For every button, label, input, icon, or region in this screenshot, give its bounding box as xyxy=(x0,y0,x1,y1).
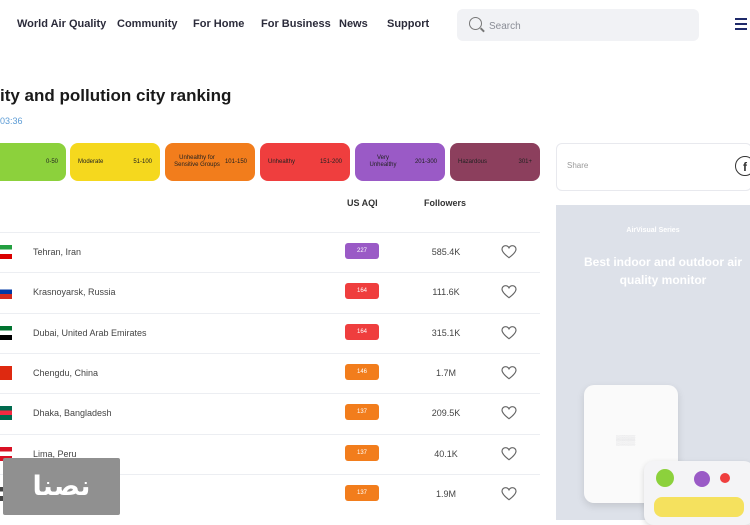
heart-icon[interactable] xyxy=(501,245,517,259)
nav-news[interactable]: News xyxy=(339,18,368,30)
city-name[interactable]: Dubai, United Arab Emirates xyxy=(33,328,147,338)
monitor-dot-icon xyxy=(694,471,710,487)
aqi-badge: 164 xyxy=(345,283,379,300)
city-name[interactable]: Dhaka, Bangladesh xyxy=(33,408,112,418)
nav-world-air-quality[interactable]: World Air Quality xyxy=(17,18,106,30)
legend-unhealthy: Unhealthy 151-200 xyxy=(260,143,350,181)
legend-range: 0-50 xyxy=(45,159,58,165)
heart-icon[interactable] xyxy=(501,365,517,380)
city-name[interactable]: Tehran, Iran xyxy=(33,247,81,257)
aqi-badge: 227 xyxy=(345,243,379,259)
legend-range: 101-150 xyxy=(224,159,247,165)
ad-kicker: AirVisual Series xyxy=(626,227,680,234)
legend-range: 201-300 xyxy=(414,159,437,165)
hamburger-menu-icon[interactable] xyxy=(735,18,747,30)
nav-for-home[interactable]: For Home xyxy=(193,18,244,30)
legend-label: Very Unhealthy xyxy=(369,155,397,168)
heart-icon[interactable] xyxy=(501,325,517,340)
city-name[interactable]: Chengdu, China xyxy=(33,368,98,378)
legend-unhealthy-sensitive: Unhealthy for Sensitive Groups 101-150 xyxy=(165,143,255,181)
legend-range: 301+ xyxy=(518,159,532,165)
followers-count: 1.7M xyxy=(435,367,456,378)
legend-label: Moderate xyxy=(78,158,104,165)
column-header-followers[interactable]: Followers xyxy=(424,198,466,208)
legend-range: 151-200 xyxy=(319,159,342,165)
legend-moderate: Moderate 51-100 xyxy=(70,143,160,181)
table-row[interactable]: Krasnoyarsk, Russia 164 111.6K xyxy=(0,272,540,313)
page-title: ity and pollution city ranking xyxy=(0,86,232,105)
nav-support[interactable]: Support xyxy=(387,18,429,30)
legend-label: Hazardous xyxy=(458,158,488,165)
share-label: Share xyxy=(567,161,589,170)
followers-count: 315.1K xyxy=(431,327,461,338)
aqi-badge: 164 xyxy=(345,323,379,340)
legend-good: 0-50 xyxy=(0,143,66,181)
legend-label: Unhealthy xyxy=(268,158,296,165)
facebook-icon[interactable]: f xyxy=(735,156,750,176)
followers-count: 40.1K xyxy=(434,448,458,459)
followers-count: 1.9M xyxy=(435,488,456,499)
country-flag-icon xyxy=(0,325,12,340)
search-input[interactable] xyxy=(487,15,691,37)
nav-for-business[interactable]: For Business xyxy=(261,18,331,30)
followers-count: 111.6K xyxy=(432,287,460,298)
aqi-badge: 137 xyxy=(345,404,379,421)
monitor-graph-icon xyxy=(654,497,744,517)
table-row[interactable]: Dhaka, Bangladesh 137 209.5K xyxy=(0,393,540,434)
aqi-badge: 146 xyxy=(345,363,379,380)
last-updated-time: 03:36 xyxy=(0,116,23,126)
watermark-logo: نصنا xyxy=(3,458,120,515)
country-flag-icon xyxy=(0,365,12,380)
nav-community[interactable]: Community xyxy=(117,18,178,30)
heart-icon[interactable] xyxy=(501,406,517,420)
followers-count: 585.4K xyxy=(431,247,461,257)
city-name[interactable]: Krasnoyarsk, Russia xyxy=(33,287,116,297)
table-row[interactable]: Chengdu, China 146 1.7M xyxy=(0,352,540,394)
device-logo-icon: ▒▒▒ xyxy=(616,435,636,445)
column-header-us-aqi[interactable]: US AQI xyxy=(347,198,378,208)
legend-range: 51-100 xyxy=(133,159,152,165)
top-nav: World Air Quality Community For Home For… xyxy=(0,0,750,50)
legend-very-unhealthy: Very Unhealthy 201-300 xyxy=(355,143,445,181)
table-row[interactable]: Tehran, Iran 227 585.4K xyxy=(0,232,540,273)
monitor-dot-icon xyxy=(656,469,674,487)
city-name[interactable]: Lima, Peru xyxy=(33,449,77,459)
country-flag-icon xyxy=(0,245,12,259)
country-flag-icon xyxy=(0,406,12,421)
air-monitor-image xyxy=(644,461,750,525)
heart-icon[interactable] xyxy=(501,285,517,299)
legend-label: Unhealthy for Sensitive Groups xyxy=(174,155,220,168)
legend-hazardous: Hazardous 301+ xyxy=(450,143,540,181)
heart-icon[interactable] xyxy=(501,446,517,461)
search-icon xyxy=(469,17,482,30)
table-row[interactable]: Dubai, United Arab Emirates 164 315.1K xyxy=(0,312,540,354)
heart-icon[interactable] xyxy=(501,486,517,501)
ad-headline: Best indoor and outdoor air quality moni… xyxy=(584,255,742,287)
followers-count: 209.5K xyxy=(431,408,461,419)
watermark-text: نصنا xyxy=(32,471,91,502)
advertisement-banner[interactable]: AirVisual Series Best indoor and outdoor… xyxy=(556,205,750,525)
share-box: Share f xyxy=(556,143,750,191)
search-box[interactable] xyxy=(457,9,699,41)
aqi-badge: 137 xyxy=(345,484,379,501)
monitor-dot-icon xyxy=(720,473,730,483)
aqi-badge: 137 xyxy=(345,444,379,461)
country-flag-icon xyxy=(0,285,12,300)
